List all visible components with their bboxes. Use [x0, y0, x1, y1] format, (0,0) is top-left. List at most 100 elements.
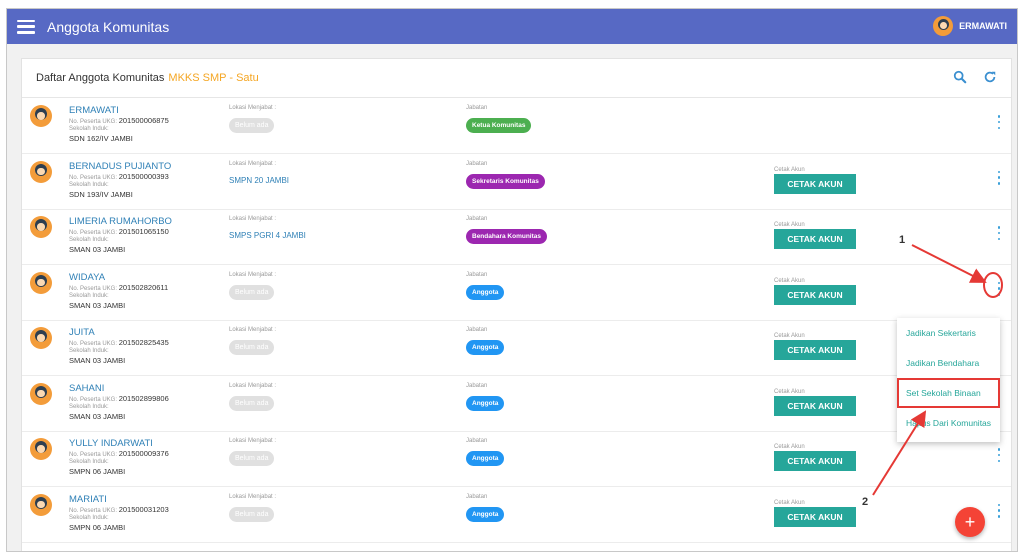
member-school: SMAN 03 JAMBI	[69, 300, 126, 310]
member-name[interactable]: LIMERIA RUMAHORBO	[69, 216, 172, 227]
member-school: SMPN 06 JAMBI	[69, 522, 126, 532]
no-peserta-label: No. Peserta UKG:	[69, 119, 118, 125]
sekolah-induk-label: Sekolah Induk:	[69, 126, 109, 132]
member-row: WIDAYA No. Peserta UKG: 201502820611 Sekol…	[22, 266, 1011, 321]
jabatan-badge: Ketua Komunitas	[466, 118, 532, 133]
cetak-akun-button[interactable]: CETAK AKUN	[774, 451, 856, 471]
lokasi-empty-badge: Belum ada	[229, 451, 275, 466]
lokasi-label: Lokasi Menjabat :	[229, 216, 277, 222]
member-no-peserta: No. Peserta UKG: 201500031203	[69, 505, 169, 514]
lokasi-label: Lokasi Menjabat :	[229, 105, 277, 111]
sekolah-induk-label: Sekolah Induk:	[69, 181, 109, 188]
sekolah-induk-label: Sekolah Induk:	[69, 348, 109, 354]
member-name[interactable]: JUITA	[69, 327, 95, 338]
lokasi-empty-badge: Belum ada	[229, 395, 275, 411]
more-vert-icon[interactable]	[996, 170, 1002, 185]
no-peserta-label: No. Peserta UKG:	[69, 341, 118, 347]
member-no-peserta: No. Peserta UKG: 201500000393	[69, 172, 169, 181]
jabatan-badge: Bendahara Komunitas	[466, 229, 547, 244]
member-no-peserta: No. Peserta UKG: 201500006875	[69, 116, 169, 125]
cetak-akun-label: Cetak Akun	[774, 277, 805, 284]
member-name[interactable]: SAHANI	[69, 383, 104, 394]
hamburger-menu-icon[interactable]	[17, 19, 35, 34]
no-peserta-label: No. Peserta UKG:	[69, 174, 118, 181]
more-vert-icon[interactable]	[996, 503, 1002, 518]
member-no-peserta: No. Peserta UKG: 201500009376	[69, 449, 169, 458]
annotation-label-1: 1	[899, 234, 906, 246]
menu-item-hapus-dari-komunitas[interactable]: Hapus Dari Komunitas	[897, 408, 1000, 438]
lokasi-label: Lokasi Menjabat :	[229, 382, 277, 389]
no-peserta-value: 201500031203	[118, 504, 169, 514]
member-no-peserta: No. Peserta UKG: 201502825435	[69, 338, 169, 347]
cetak-akun-button[interactable]: CETAK AKUN	[774, 284, 856, 305]
cetak-akun-button[interactable]: CETAK AKUN	[774, 395, 856, 416]
refresh-icon[interactable]	[983, 70, 997, 84]
member-school: SDN 193/IV JAMBI	[69, 189, 133, 199]
jabatan-label: Jabatan	[466, 438, 488, 444]
jabatan-label: Jabatan	[466, 216, 488, 222]
no-peserta-value: 201500000393	[118, 171, 169, 181]
member-name[interactable]: BERNADUS PUJIANTO	[69, 161, 171, 172]
menu-item-jadikan-sekertaris[interactable]: Jadikan Sekertaris	[897, 318, 1000, 348]
lokasi-label: Lokasi Menjabat :	[229, 493, 277, 500]
lokasi-empty-badge: Belum ada	[229, 506, 275, 522]
cetak-akun-button[interactable]: CETAK AKUN	[774, 173, 856, 194]
more-vert-icon[interactable]	[996, 281, 1002, 296]
card-title: Daftar Anggota Komunitas	[36, 72, 165, 84]
jabatan-label: Jabatan	[466, 382, 488, 389]
top-app-bar: Anggota Komunitas ERMAWATI	[7, 9, 1017, 44]
member-no-peserta: No. Peserta UKG: 201501065150	[69, 227, 169, 236]
menu-item-set-sekolah-binaan[interactable]: Set Sekolah Binaan	[897, 378, 1000, 408]
no-peserta-value: 201500009376	[118, 449, 169, 458]
member-school: SMPN 06 JAMBI	[69, 467, 126, 476]
cetak-akun-label: Cetak Akun	[774, 222, 805, 228]
member-name[interactable]: YULLY INDARWATI	[69, 438, 153, 449]
lokasi-label: Lokasi Menjabat :	[229, 438, 277, 444]
cetak-akun-label: Cetak Akun	[774, 499, 805, 506]
cetak-akun-button[interactable]: CETAK AKUN	[774, 506, 856, 527]
cetak-akun-label: Cetak Akun	[774, 388, 805, 395]
no-peserta-label: No. Peserta UKG:	[69, 452, 118, 458]
jabatan-label: Jabatan	[466, 160, 488, 167]
jabatan-label: Jabatan	[466, 493, 488, 500]
cetak-akun-button[interactable]: CETAK AKUN	[774, 340, 856, 360]
card-header: Daftar Anggota Komunitas MKKS SMP - Satu	[22, 59, 1011, 98]
member-name[interactable]: MARIATI	[69, 494, 107, 505]
add-member-fab[interactable]: +	[955, 507, 985, 537]
member-list-card: Daftar Anggota Komunitas MKKS SMP - Satu…	[21, 58, 1012, 551]
member-row: ERMAWATI No. Peserta UKG: 201500006875 Sek…	[22, 99, 1011, 154]
member-avatar	[30, 216, 52, 238]
member-row: BERNADUS PUJIANTO No. Peserta UKG: 201500…	[22, 155, 1011, 210]
search-icon[interactable]	[953, 70, 967, 84]
member-no-peserta: No. Peserta UKG: 201502820611	[69, 283, 168, 292]
cetak-akun-label: Cetak Akun	[774, 444, 805, 450]
member-name[interactable]: ERMAWATI	[69, 105, 119, 116]
member-row: SAHANI No. Peserta UKG: 201502899806 Sekol…	[22, 377, 1011, 432]
page-title: Anggota Komunitas	[47, 18, 170, 35]
no-peserta-value: 201502899806	[118, 393, 169, 403]
user-menu[interactable]: ERMAWATI	[933, 16, 1007, 36]
menu-item-jadikan-bendahara[interactable]: Jadikan Bendahara	[897, 348, 1000, 378]
member-row: YULLY INDARWATI No. Peserta UKG: 20150000…	[22, 432, 1011, 487]
sekolah-induk-label: Sekolah Induk:	[69, 403, 109, 410]
jabatan-label: Jabatan	[466, 105, 488, 111]
more-vert-icon[interactable]	[996, 226, 1002, 240]
annotation-label-2: 2	[862, 496, 869, 508]
lokasi-empty-badge: Belum ada	[229, 284, 275, 300]
sekolah-induk-label: Sekolah Induk:	[69, 292, 109, 299]
jabatan-badge: Anggota	[466, 395, 505, 411]
member-row: LIMERIA RUMAHORBO No. Peserta UKG: 201501…	[22, 210, 1011, 265]
member-school: SDN 162/IV JAMBI	[69, 134, 133, 143]
member-avatar	[30, 438, 52, 460]
member-school: SMAN 03 JAMBI	[69, 245, 126, 254]
member-name[interactable]: WIDAYA	[69, 272, 105, 283]
more-vert-icon[interactable]	[996, 448, 1002, 462]
cetak-akun-label: Cetak Akun	[774, 333, 805, 339]
member-avatar	[30, 105, 52, 127]
jabatan-badge: Anggota	[466, 451, 505, 466]
no-peserta-value: 201500006875	[118, 116, 169, 125]
sekolah-induk-label: Sekolah Induk:	[69, 237, 109, 243]
cetak-akun-button[interactable]: CETAK AKUN	[774, 229, 856, 249]
lokasi-label: Lokasi Menjabat :	[229, 327, 277, 333]
more-vert-icon[interactable]	[996, 115, 1002, 129]
